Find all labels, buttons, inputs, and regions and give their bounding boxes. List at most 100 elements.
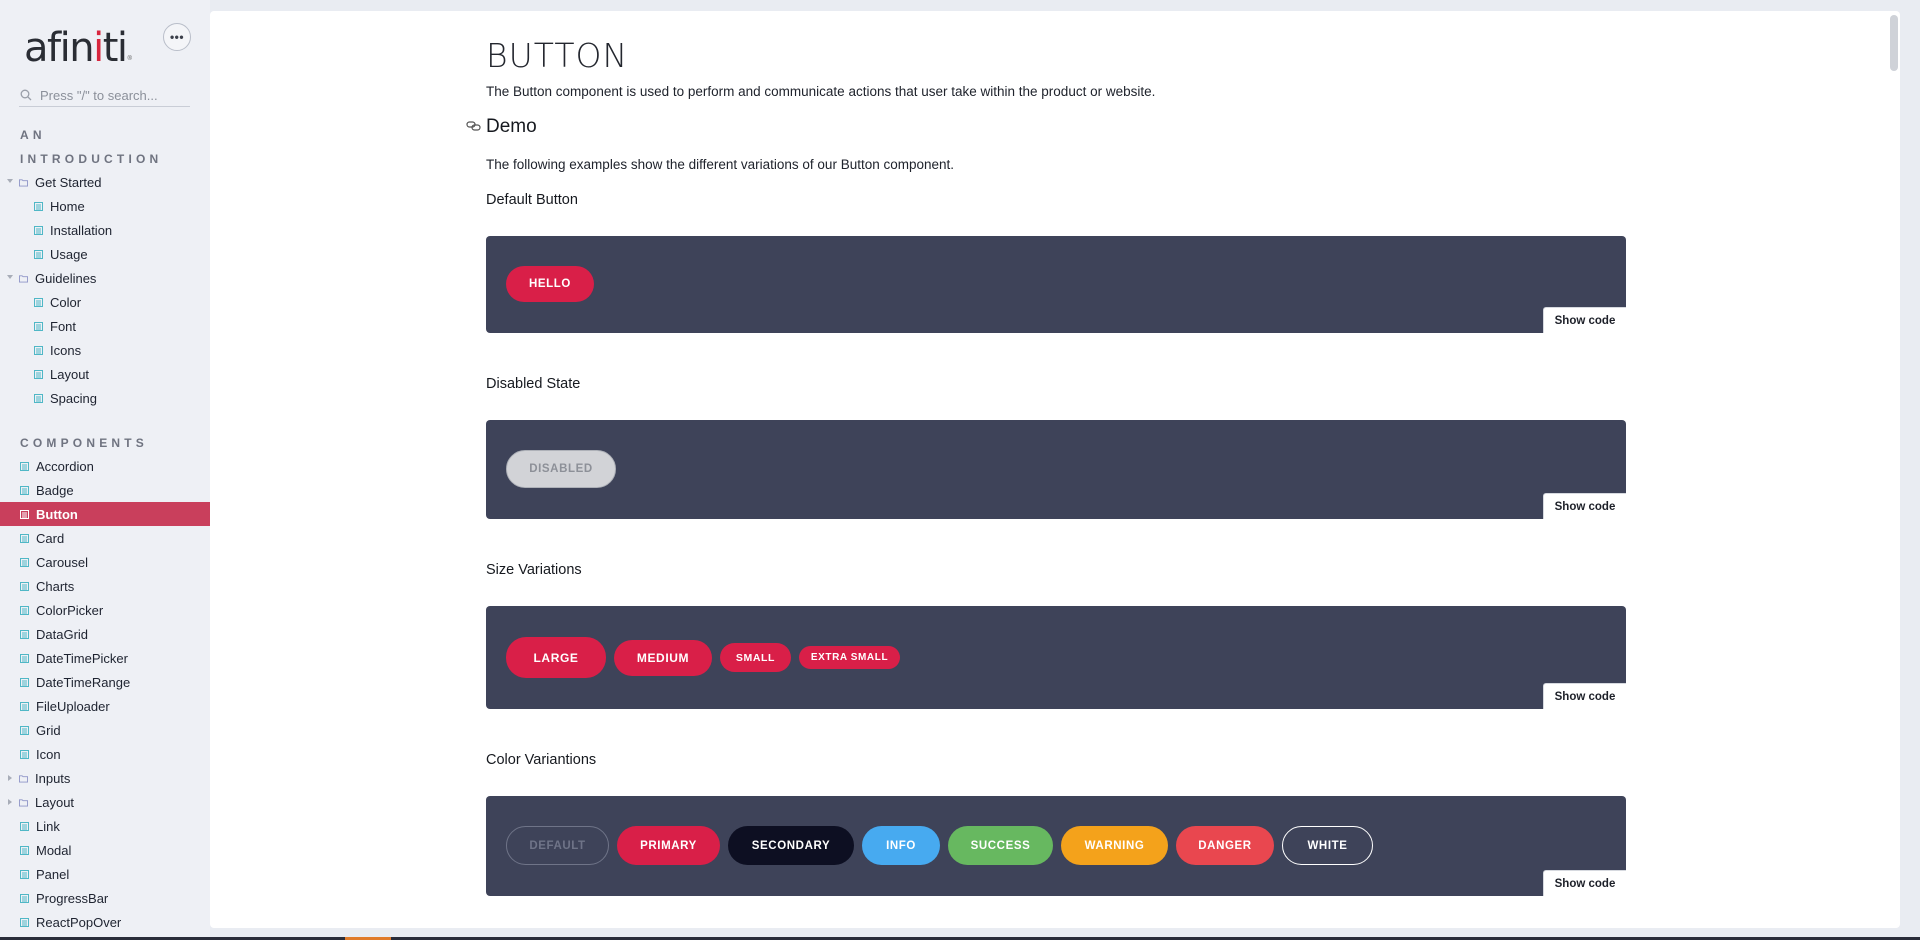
default-button-heading: Default Button xyxy=(486,192,578,208)
folder-icon xyxy=(19,274,28,283)
page-icon xyxy=(20,821,29,831)
demo-heading: Demo xyxy=(486,116,537,137)
sidebar-item-installation[interactable]: Installation xyxy=(0,218,210,242)
sidebar-item-home[interactable]: Home xyxy=(0,194,210,218)
small-button[interactable]: SMALL xyxy=(720,643,791,672)
disabled-state-demo: DISABLED Show code xyxy=(486,420,1626,519)
nav-list-components: Accordion Badge Button Card Carousel Cha… xyxy=(0,454,210,934)
chevron-down-icon xyxy=(7,275,13,279)
default-color-button[interactable]: DEFAULT xyxy=(506,826,609,865)
page-icon xyxy=(20,581,29,591)
afiniti-logo[interactable]: afiniti ® xyxy=(24,22,132,68)
sidebar-item-progressbar[interactable]: ProgressBar xyxy=(0,886,210,910)
danger-button[interactable]: DANGER xyxy=(1176,826,1274,865)
primary-button[interactable]: PRIMARY xyxy=(617,826,720,865)
sidebar-item-get-started[interactable]: Get Started xyxy=(0,170,210,194)
sidebar-item-badge[interactable]: Badge xyxy=(0,478,210,502)
sidebar-item-panel[interactable]: Panel xyxy=(0,862,210,886)
section-title-line1: AN xyxy=(20,128,46,142)
sidebar-item-inputs[interactable]: Inputs xyxy=(0,766,210,790)
sidebar-item-layout[interactable]: Layout xyxy=(0,790,210,814)
show-code-button[interactable]: Show code xyxy=(1543,683,1626,709)
hello-button[interactable]: HELLO xyxy=(506,266,594,302)
page-title: BUTTON xyxy=(486,36,629,75)
sidebar-item-label: Usage xyxy=(50,246,88,262)
sidebar-item-datetimerange[interactable]: DateTimeRange xyxy=(0,670,210,694)
sidebar-item-carousel[interactable]: Carousel xyxy=(0,550,210,574)
sidebar-item-grid[interactable]: Grid xyxy=(0,718,210,742)
sidebar-item-datetimepicker[interactable]: DateTimePicker xyxy=(0,646,210,670)
more-options-button[interactable]: ••• xyxy=(163,23,191,51)
show-code-button[interactable]: Show code xyxy=(1543,493,1626,519)
sidebar-item-label: ProgressBar xyxy=(36,890,109,906)
page-icon xyxy=(20,677,29,687)
sidebar-item-label: Accordion xyxy=(36,458,94,474)
sidebar-item-label: Grid xyxy=(36,722,61,738)
chevron-right-icon xyxy=(8,799,12,805)
sidebar-item-modal[interactable]: Modal xyxy=(0,838,210,862)
sidebar-item-label: Charts xyxy=(36,578,75,594)
page-icon xyxy=(20,701,29,711)
sidebar-item-spacing[interactable]: Spacing xyxy=(0,386,210,410)
sidebar-item-colorpicker[interactable]: ColorPicker xyxy=(0,598,210,622)
page-icon xyxy=(34,321,43,331)
page-icon xyxy=(20,749,29,759)
extra-small-button[interactable]: EXTRA SMALL xyxy=(799,646,900,669)
page-icon xyxy=(34,225,43,235)
sidebar-item-link[interactable]: Link xyxy=(0,814,210,838)
search-bar xyxy=(19,84,190,107)
sidebar-item-layout-guide[interactable]: Layout xyxy=(0,362,210,386)
disabled-button-row: DISABLED xyxy=(506,450,616,488)
sidebar-item-reactpopover[interactable]: ReactPopOver xyxy=(0,910,210,934)
sidebar-item-accordion[interactable]: Accordion xyxy=(0,454,210,478)
sidebar-item-color[interactable]: Color xyxy=(0,290,210,314)
sidebar-item-label: Modal xyxy=(36,842,72,858)
sidebar-item-label: Inputs xyxy=(35,770,71,786)
sidebar-item-icon[interactable]: Icon xyxy=(0,742,210,766)
sidebar-item-label: Link xyxy=(36,818,60,834)
sidebar-item-label: Carousel xyxy=(36,554,89,570)
sidebar-item-label: Installation xyxy=(50,222,113,238)
white-button[interactable]: WHITE xyxy=(1282,826,1373,865)
secondary-button[interactable]: SECONDARY xyxy=(728,826,854,865)
section-title-line2: INTRODUCTION xyxy=(20,152,163,166)
sidebar-item-fileuploader[interactable]: FileUploader xyxy=(0,694,210,718)
disabled-state-heading: Disabled State xyxy=(486,376,581,392)
search-input[interactable] xyxy=(40,87,190,103)
sidebar-item-label: Home xyxy=(50,198,85,214)
sidebar-item-label: Font xyxy=(50,318,77,334)
sidebar: afiniti ® ••• AN INTRODUCTION Get Starte… xyxy=(0,0,210,940)
medium-button[interactable]: MEDIUM xyxy=(614,639,712,676)
warning-button[interactable]: WARNING xyxy=(1061,826,1168,865)
logo-wordmark: afiniti xyxy=(24,25,128,71)
sidebar-item-label: DateTimePicker xyxy=(36,650,128,666)
search-icon xyxy=(20,89,32,101)
sidebar-item-label: Panel xyxy=(36,866,70,882)
sidebar-item-icons[interactable]: Icons xyxy=(0,338,210,362)
color-buttons-row: DEFAULT PRIMARY SECONDARY INFO SUCCESS W… xyxy=(506,826,1373,865)
sidebar-item-font[interactable]: Font xyxy=(0,314,210,338)
page-icon xyxy=(20,509,29,519)
demo-intro: The following examples show the differen… xyxy=(486,157,955,172)
info-button[interactable]: INFO xyxy=(862,826,940,865)
sidebar-item-card[interactable]: Card xyxy=(0,526,210,550)
show-code-button[interactable]: Show code xyxy=(1543,307,1626,333)
show-code-button[interactable]: Show code xyxy=(1543,870,1626,896)
scrollbar-thumb[interactable] xyxy=(1890,15,1898,71)
success-button[interactable]: SUCCESS xyxy=(948,826,1053,865)
sidebar-item-datagrid[interactable]: DataGrid xyxy=(0,622,210,646)
disabled-button: DISABLED xyxy=(506,450,616,488)
ellipsis-icon: ••• xyxy=(169,30,185,44)
sidebar-item-label: Layout xyxy=(35,794,75,810)
large-button[interactable]: LARGE xyxy=(506,637,606,678)
page-icon xyxy=(20,725,29,735)
sidebar-item-usage[interactable]: Usage xyxy=(0,242,210,266)
anchor-link-icon[interactable] xyxy=(466,118,482,134)
sidebar-item-label: Icon xyxy=(36,746,61,762)
sidebar-item-button[interactable]: Button xyxy=(0,502,210,526)
sidebar-item-guidelines[interactable]: Guidelines xyxy=(0,266,210,290)
page-icon xyxy=(20,485,29,495)
sidebar-item-charts[interactable]: Charts xyxy=(0,574,210,598)
sidebar-item-label: Spacing xyxy=(50,390,97,406)
page-icon xyxy=(20,917,29,927)
